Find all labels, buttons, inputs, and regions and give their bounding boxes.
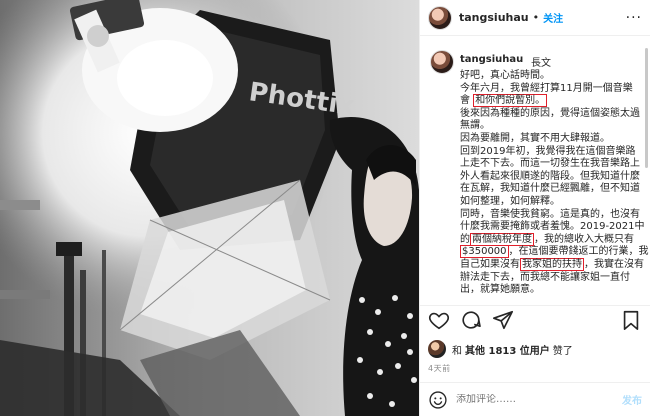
caption-line: 出，就算她願意。	[460, 284, 540, 296]
comment-icon[interactable]	[460, 309, 482, 331]
bookmark-icon[interactable]	[620, 309, 642, 331]
highlighted-phrase-sister-support: 我家姐的扶持	[520, 257, 584, 271]
caption-line: 在瓦解，我知道什麼已經飄離，但不知道	[460, 183, 640, 195]
highlighted-phrase-tax-years: 兩個納稅年度	[470, 232, 534, 246]
comment-bar: 发布	[420, 382, 650, 416]
action-bar	[428, 308, 642, 332]
caption-line: 回到2019年初，我覺得我在這個音樂路	[460, 145, 636, 157]
caption-fragment: 的	[460, 233, 470, 245]
post-timestamp[interactable]: 4天前	[428, 363, 451, 374]
caption-scrollbar[interactable]	[645, 48, 648, 168]
caption-line: 後來因為種種的原因，覺得這個姿態太過	[460, 107, 640, 119]
post-photo[interactable]: Phottix	[0, 0, 419, 416]
caption-line: 辦法走下去，而我總不能讓家姐一直付	[460, 271, 630, 283]
caption-line: 如何整理，如何解釋。	[460, 195, 560, 207]
caption-line: 會 和你們說暫別。	[460, 94, 646, 108]
caption-text: 好吧，真心話時間。 今年六月，我曾經打算11月開一個音樂 會 和你們說暫別。 後…	[460, 70, 649, 297]
caption-section: tangsiuhau 長文 好吧，真心話時間。 今年六月，我曾經打算11月開一個…	[420, 36, 650, 306]
likes-summary: 和 其他 1813 位用户 赞了	[428, 340, 642, 358]
studio-photo-illustration: Phottix	[0, 0, 419, 416]
caption-line: 同時，音樂使我貧窮。這是真的，也沒有	[460, 208, 640, 220]
post-comment-button[interactable]: 发布	[622, 392, 642, 407]
likes-others-link[interactable]: 其他 1813 位用户	[465, 342, 550, 357]
highlighted-phrase-farewell: 和你們說暫別。	[473, 94, 548, 108]
post-side-panel: tangsiuhau • 关注 ··· tangsiuhau 長文 好吧，真心話…	[419, 0, 650, 416]
highlighted-phrase-income: $350000	[460, 245, 509, 259]
caption-avatar[interactable]	[430, 50, 454, 74]
caption-fragment: 會	[460, 95, 470, 107]
caption-line: 好吧，真心話時間。	[460, 70, 550, 81]
caption-edited-label: 長文	[531, 58, 551, 69]
author-avatar[interactable]	[428, 5, 452, 30]
more-options-icon[interactable]: ···	[626, 10, 642, 26]
heart-icon[interactable]	[428, 309, 450, 331]
comment-input[interactable]	[456, 394, 622, 405]
caption-fragment: ，我的總收入大概只有	[534, 233, 634, 245]
author-username[interactable]: tangsiuhau	[459, 11, 529, 24]
caption-fragment: ，在這個要帶錢返工的行業，我	[508, 246, 649, 258]
post-header: tangsiuhau • 关注 ···	[420, 0, 650, 36]
caption-line: 外人看起來很順遂的階段。但我知道什麼	[460, 170, 640, 182]
follow-button[interactable]: 关注	[543, 10, 563, 25]
caption-username[interactable]: tangsiuhau	[460, 54, 523, 65]
likes-prefix: 和	[452, 345, 462, 357]
likes-suffix: 赞了	[552, 345, 573, 357]
caption-fragment: 自己如果沒有	[460, 258, 520, 270]
header-separator: •	[532, 11, 540, 24]
share-icon[interactable]	[492, 309, 514, 331]
emoji-icon[interactable]	[428, 390, 448, 410]
caption-line: 無謂。	[460, 120, 490, 132]
caption-line: 自己如果沒有 我家姐的扶持 ，我實在沒有	[460, 257, 646, 272]
liker-avatar[interactable]	[428, 340, 446, 358]
caption-line: 什麼我需要掩飾或者羞愧。2019-2021中	[460, 221, 645, 233]
caption-line: 上走不下去。而這一切發生在我音樂路上	[460, 158, 640, 170]
caption-fragment: ，我實在沒有	[584, 258, 644, 270]
caption-line: 因為要離開，其實不用大肆報道。	[460, 132, 610, 144]
